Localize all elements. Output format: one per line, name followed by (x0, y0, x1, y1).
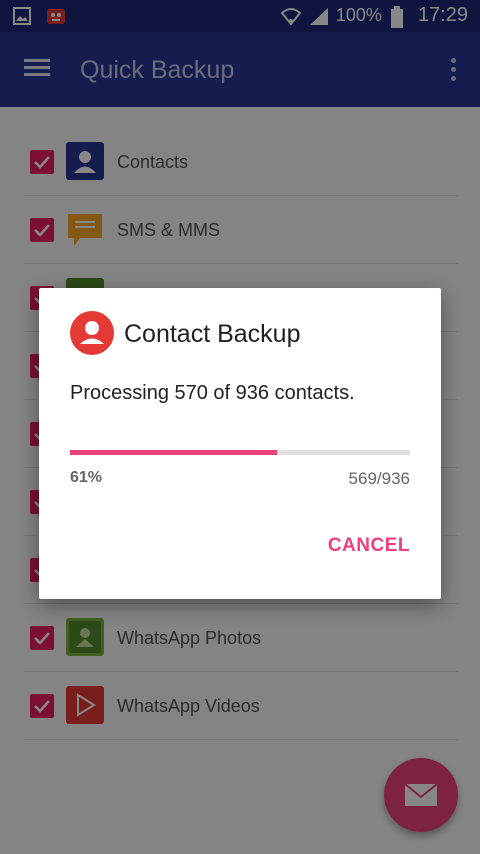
dialog-title: Contact Backup (124, 320, 301, 348)
progress-bar-fill (70, 450, 278, 455)
progress-percent: 61% (70, 469, 103, 486)
contact-backup-dialog: Contact Backup Processing 570 of 936 con… (39, 288, 441, 599)
cancel-button[interactable]: CANCEL (328, 535, 410, 557)
dialog-message: Processing 570 of 936 contacts. (70, 382, 355, 404)
progress-count: 569/936 (348, 469, 410, 488)
contact-avatar-icon (70, 311, 114, 355)
progress-bar (70, 450, 410, 455)
